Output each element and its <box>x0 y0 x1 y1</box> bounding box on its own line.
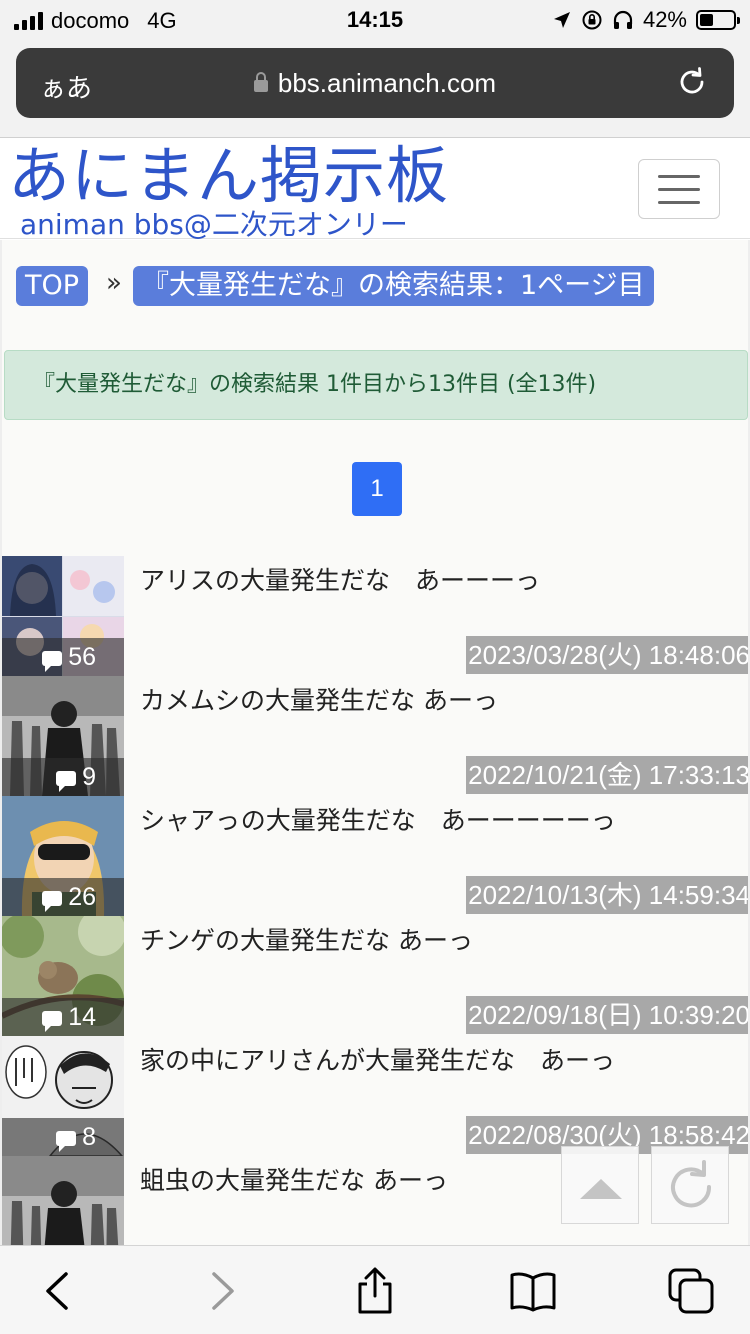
reply-count: 9 <box>82 763 96 791</box>
location-arrow-icon <box>553 12 570 28</box>
status-bar: docomo 4G 14:15 42% <box>0 0 750 40</box>
menu-toggle-button[interactable] <box>638 159 720 219</box>
thread-item[interactable]: 26 シャアっの大量発生だな あーーーーーっ 2022/10/13(木) 14:… <box>2 796 748 916</box>
site-logo-subtitle: animan bbs@二次元オンリー <box>20 208 408 241</box>
headphones-icon <box>613 10 633 29</box>
battery-level <box>700 14 714 26</box>
thread-title[interactable]: チンゲの大量発生だな あーっ <box>140 922 680 960</box>
comment-icon <box>56 771 77 792</box>
thread-title[interactable]: シャアっの大量発生だな あーーーーーっ <box>140 802 680 840</box>
thread-item[interactable]: 14 チンゲの大量発生だな あーっ 2022/09/18(日) 10:39:20 <box>2 916 748 1036</box>
main-content: TOP » 『大量発生だな』の検索結果：1ページ目 『大量発生だな』の検索結果 … <box>0 240 750 1245</box>
thread-thumbnail[interactable]: 56 <box>2 556 124 676</box>
reply-count: 56 <box>68 643 96 671</box>
reply-count-badge: 26 <box>2 878 124 916</box>
share-icon[interactable] <box>350 1266 400 1316</box>
search-result-summary: 『大量発生だな』の検索結果 1件目から13件目 (全13件) <box>4 350 748 420</box>
breadcrumb-current[interactable]: 『大量発生だな』の検索結果：1ページ目 <box>133 266 654 306</box>
comment-icon <box>42 651 63 672</box>
url-display[interactable]: bbs.animanch.com <box>16 68 734 99</box>
refresh-icon <box>671 1160 712 1208</box>
thread-thumbnail[interactable]: 26 <box>2 796 124 916</box>
thread-date: 2022/10/21(金) 17:33:13 <box>466 756 748 794</box>
reply-count-badge: 8 <box>2 1118 124 1156</box>
thread-item[interactable]: 9 カメムシの大量発生だな あーっ 2022/10/21(金) 17:33:13 <box>2 676 748 796</box>
comment-icon <box>42 891 63 912</box>
reload-icon[interactable] <box>674 64 710 100</box>
back-icon[interactable] <box>34 1266 84 1316</box>
orientation-lock-icon <box>582 10 602 30</box>
reply-count-badge: 9 <box>2 758 124 796</box>
breadcrumb-separator: » <box>106 268 122 298</box>
battery-percent: 42% <box>642 7 687 32</box>
thread-thumbnail[interactable]: 8 <box>2 1036 124 1156</box>
status-right: 42% <box>552 7 740 33</box>
bookmarks-icon[interactable] <box>508 1266 558 1316</box>
reply-count: 26 <box>68 883 96 911</box>
hamburger-icon <box>658 175 700 178</box>
thread-item[interactable]: 56 アリスの大量発生だな あーーーっ 2023/03/28(火) 18:48:… <box>2 556 748 676</box>
reply-count: 14 <box>68 1003 96 1031</box>
thread-title[interactable]: 家の中にアリさんが大量発生だな あーっ <box>140 1042 680 1080</box>
lock-icon <box>253 72 268 92</box>
triangle-up-icon <box>580 1179 622 1199</box>
thread-date: 2022/09/18(日) 10:39:20 <box>466 996 748 1034</box>
address-bar[interactable]: ぁあ bbs.animanch.com <box>16 48 734 118</box>
thread-title[interactable]: カメムシの大量発生だな あーっ <box>140 682 680 720</box>
thread-date: 2022/10/13(木) 14:59:34 <box>466 876 748 914</box>
reply-count-badge: 14 <box>2 998 124 1036</box>
thread-thumbnail[interactable]: 14 <box>2 916 124 1036</box>
reply-count: 8 <box>82 1123 96 1151</box>
reply-count-badge: 56 <box>2 638 124 676</box>
breadcrumb-top-link[interactable]: TOP <box>16 266 89 306</box>
comment-icon <box>42 1011 63 1032</box>
site-header: あにまん掲示板 animan bbs@二次元オンリー <box>0 139 750 241</box>
pagination-page-1[interactable]: 1 <box>352 462 402 516</box>
url-text: bbs.animanch.com <box>277 68 497 98</box>
thread-thumbnail[interactable]: 9 <box>2 676 124 796</box>
tabs-icon[interactable] <box>666 1266 716 1316</box>
refresh-page-button[interactable] <box>651 1146 729 1224</box>
thread-date: 2023/03/28(火) 18:48:06 <box>466 636 748 674</box>
thread-item[interactable]: 8 家の中にアリさんが大量発生だな あーっ 2022/08/30(火) 18:5… <box>2 1036 748 1156</box>
comment-icon <box>56 1131 77 1152</box>
thread-title[interactable]: アリスの大量発生だな あーーーっ <box>140 562 680 600</box>
thread-thumbnail[interactable] <box>2 1156 124 1245</box>
forward-icon[interactable] <box>196 1266 246 1316</box>
browser-toolbar <box>0 1245 750 1334</box>
scroll-to-top-button[interactable] <box>561 1146 639 1224</box>
site-logo-title[interactable]: あにまん掲示板 <box>8 141 449 211</box>
battery-icon <box>696 10 740 30</box>
